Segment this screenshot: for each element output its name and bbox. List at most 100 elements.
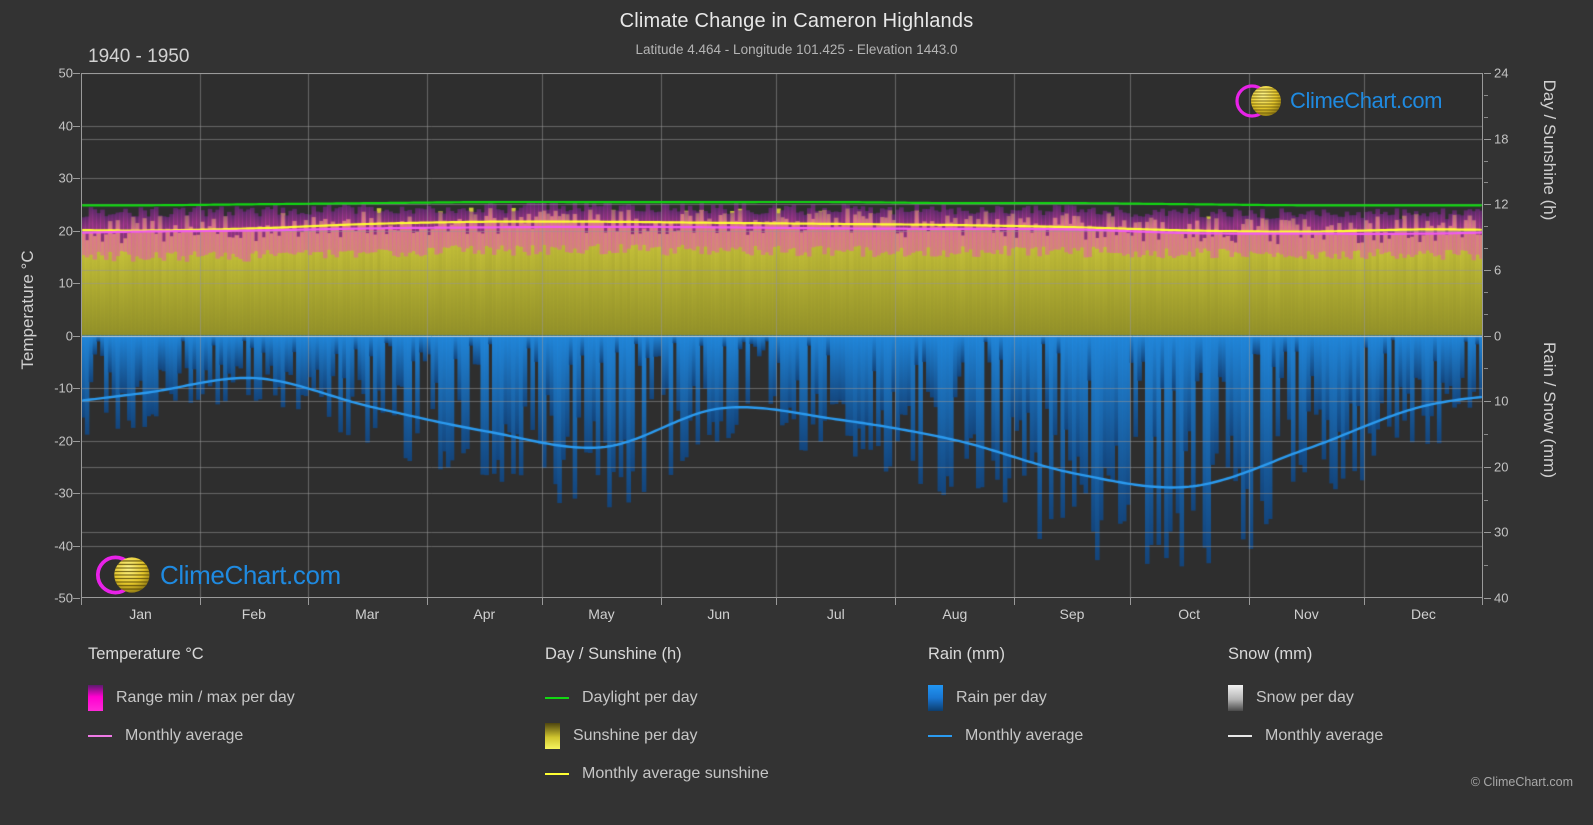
- x-tick-mark: [81, 598, 82, 605]
- y-tick-mark: [73, 493, 80, 494]
- plot-canvas: [81, 73, 1483, 598]
- y-tick-mark: [73, 335, 80, 337]
- legend-item-label: Snow per day: [1256, 689, 1354, 706]
- x-tick-mark: [1482, 598, 1483, 605]
- climechart-logo-icon: [1235, 84, 1281, 118]
- legend-item[interactable]: Sunshine per day: [545, 717, 769, 755]
- y2-tick-label: 24: [1494, 65, 1509, 81]
- y2-minor-tick: [1484, 248, 1488, 249]
- x-tick-mark: [1014, 598, 1016, 605]
- y-tick-label: 40: [58, 118, 73, 133]
- x-tick-label-nov: Nov: [1293, 606, 1319, 622]
- y-tick-mark: [73, 440, 80, 442]
- y-axis-left-title: Temperature °C: [18, 250, 37, 370]
- legend-item[interactable]: Monthly average sunshine: [545, 755, 769, 793]
- y-tick-mark: [73, 388, 80, 389]
- y2-tick-mark: [1484, 466, 1491, 468]
- legend-group-temperature: Temperature °C Range min / max per day Mon…: [88, 645, 295, 755]
- copyright-label: © ClimeChart.com: [1470, 775, 1573, 789]
- y2-tick-mark: [1484, 335, 1491, 337]
- legend-item-label: Sunshine per day: [573, 727, 698, 744]
- y2-minor-tick: [1484, 433, 1488, 435]
- y-tick-mark: [73, 73, 80, 74]
- x-tick-mark: [1363, 598, 1365, 605]
- y-tick-label: -20: [54, 433, 73, 448]
- y-tick-label: 10: [58, 275, 73, 291]
- y2-tick-label: 10: [1494, 393, 1509, 409]
- y-tick-label: 20: [58, 223, 73, 238]
- legend-item[interactable]: Monthly average: [928, 717, 1083, 755]
- legend-item-label: Daylight per day: [582, 689, 698, 706]
- page-title: Climate Change in Cameron Highlands: [619, 10, 974, 32]
- x-tick-mark: [1248, 598, 1250, 605]
- legend-item[interactable]: Snow per day: [1228, 679, 1383, 717]
- legend-item-label: Range min / max per day: [116, 689, 295, 706]
- climechart-logo-icon: [95, 555, 150, 595]
- y2-minor-tick: [1484, 565, 1488, 567]
- y2-tick-label: 12: [1494, 196, 1509, 212]
- y-tick-mark: [73, 178, 80, 179]
- climechart-logo-top[interactable]: ClimeChart.com: [1232, 80, 1443, 122]
- legend-item[interactable]: Daylight per day: [545, 679, 769, 717]
- y2-tick-label: 0: [1494, 328, 1502, 343]
- y2-tick-label: 30: [1494, 524, 1509, 540]
- y-tick-mark: [73, 545, 80, 547]
- climechart-logo-text-top: ClimeChart.com: [1290, 88, 1443, 113]
- y-tick-label: 0: [65, 328, 73, 343]
- legend-line-icon: [1228, 735, 1252, 737]
- x-tick-label-dec: Dec: [1411, 606, 1436, 622]
- y2-tick-label: 18: [1494, 131, 1509, 147]
- x-tick-label-apr: Apr: [473, 606, 496, 622]
- x-tick-label-sep: Sep: [1059, 606, 1085, 622]
- y-tick-label: 30: [58, 170, 73, 186]
- legend-swatch-icon: [928, 685, 943, 711]
- y2-tick-mark: [1484, 138, 1491, 140]
- legend-group-sunshine: Day / Sunshine (h) Daylight per day Sunshi…: [545, 645, 769, 793]
- legend-item-label: Rain per day: [956, 689, 1047, 706]
- legend-line-icon: [928, 735, 952, 737]
- legend-item[interactable]: Range min / max per day: [88, 679, 295, 717]
- y2-tick-mark: [1484, 401, 1491, 403]
- y2-tick-mark: [1484, 269, 1491, 271]
- climechart-logo-bottom[interactable]: ClimeChart.com: [92, 550, 341, 600]
- legend-item[interactable]: Monthly average: [1228, 717, 1383, 755]
- x-tick-mark: [1129, 598, 1131, 605]
- x-tick-label-jan: Jan: [129, 606, 152, 622]
- y-tick-label: -30: [54, 485, 73, 501]
- legend: Temperature °C Range min / max per day Mon…: [0, 645, 1593, 825]
- legend-line-icon: [545, 773, 569, 775]
- x-tick-mark: [426, 598, 428, 605]
- x-tick-mark: [661, 598, 662, 605]
- y-tick-mark: [73, 125, 80, 127]
- y2-minor-tick: [1484, 94, 1488, 96]
- y2-minor-tick: [1484, 368, 1488, 370]
- legend-item-label: Monthly average: [965, 727, 1084, 744]
- legend-group-snow: Snow (mm) Snow per day Monthly average: [1228, 645, 1383, 755]
- legend-item[interactable]: Monthly average: [88, 717, 295, 755]
- y-tick-mark: [73, 283, 80, 284]
- y-axis-right-title-top: Day / Sunshine (h): [1540, 79, 1559, 221]
- legend-item[interactable]: Rain per day: [928, 679, 1083, 717]
- y-tick-label: -50: [54, 590, 73, 606]
- legend-item-label: Monthly average: [1265, 727, 1384, 744]
- y2-minor-tick: [1484, 160, 1488, 162]
- y2-tick-mark: [1484, 73, 1491, 74]
- y2-minor-tick: [1484, 313, 1488, 315]
- y2-minor-tick: [1484, 226, 1488, 228]
- legend-swatch-icon: [1228, 685, 1243, 711]
- x-tick-mark: [895, 598, 897, 605]
- x-tick-label-aug: Aug: [942, 606, 968, 622]
- legend-item-label: Monthly average sunshine: [582, 765, 769, 782]
- legend-swatch-icon: [88, 685, 103, 711]
- legend-line-icon: [88, 735, 112, 737]
- y-tick-label: 50: [58, 65, 73, 81]
- legend-line-icon: [545, 697, 569, 699]
- plot-area: [81, 73, 1483, 598]
- y2-minor-tick: [1484, 116, 1488, 118]
- x-tick-mark: [776, 598, 778, 605]
- y2-tick-label: 6: [1494, 262, 1502, 278]
- y2-tick-mark: [1484, 598, 1491, 599]
- y-tick-label: -10: [54, 380, 73, 396]
- period-label: 1940 - 1950: [88, 46, 190, 67]
- x-tick-label-jul: Jul: [826, 606, 845, 622]
